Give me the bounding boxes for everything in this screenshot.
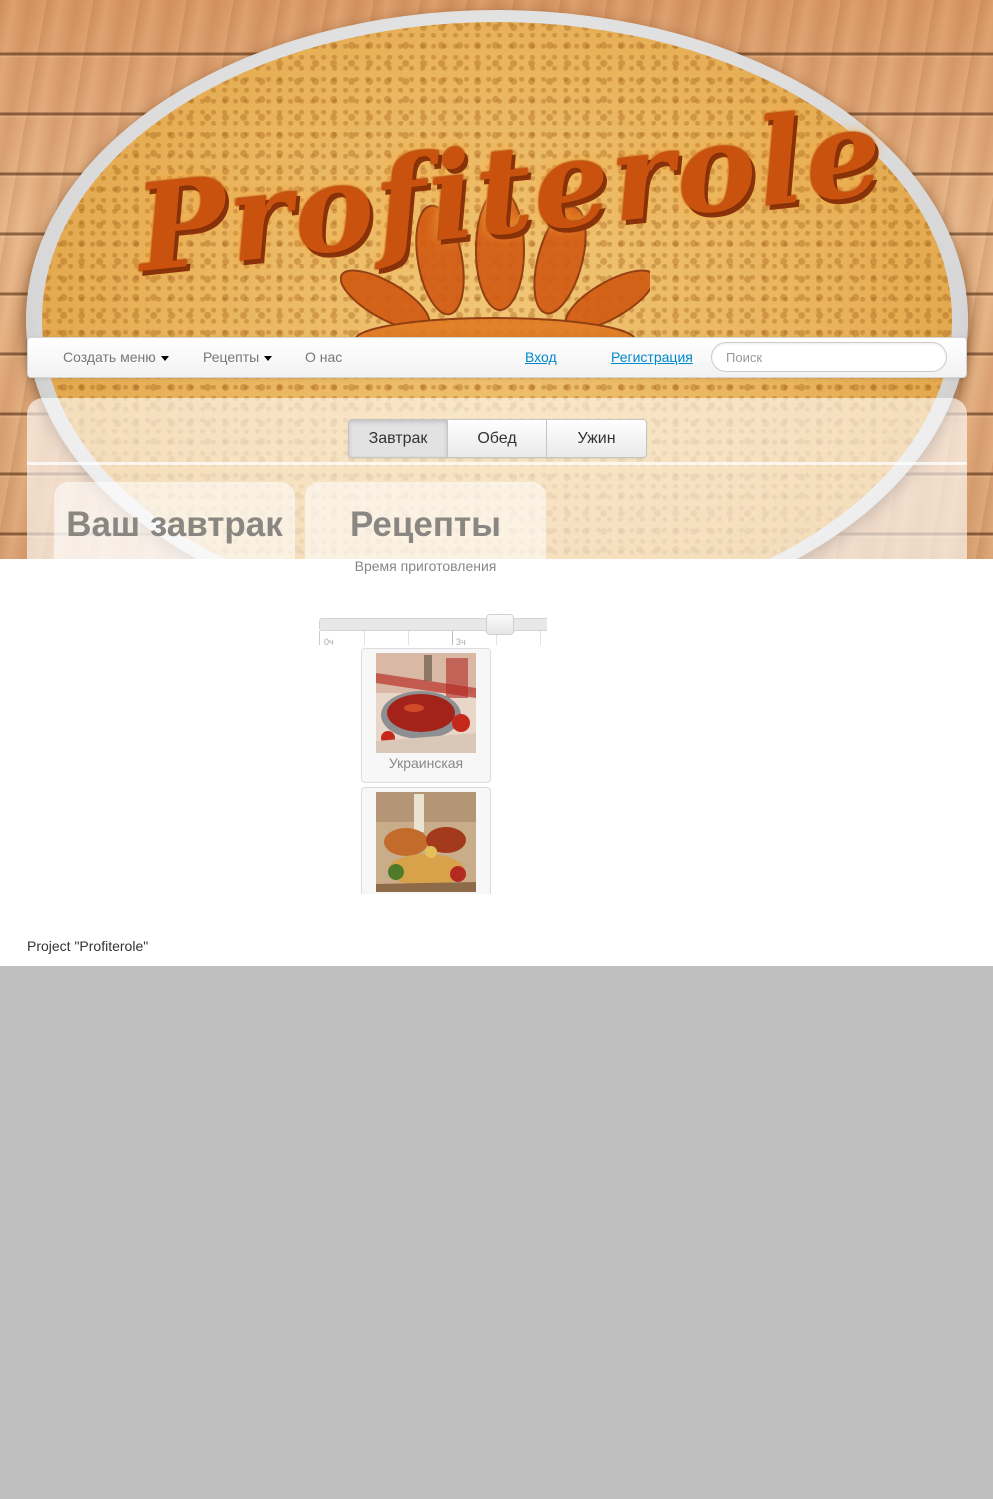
feast-photo[interactable]	[376, 792, 476, 892]
navbar: Создать меню Рецепты О нас Вход Регистра…	[27, 337, 967, 378]
cooking-time-slider[interactable]: 0ч 3ч	[319, 612, 547, 646]
borscht-photo[interactable]	[376, 653, 476, 753]
borscht-image-icon	[376, 653, 476, 753]
search-input[interactable]	[711, 342, 947, 372]
register-link[interactable]: Регистрация	[611, 349, 693, 365]
slider-min-label: 0ч	[324, 637, 334, 646]
nav-recipes-label: Рецепты	[203, 349, 260, 365]
recipe-label: Украинская	[388, 755, 464, 771]
nav-create-menu-label: Создать меню	[63, 349, 156, 365]
recipe-item[interactable]	[361, 787, 491, 894]
recipe-item[interactable]: Украинская	[361, 648, 491, 783]
caret-down-icon	[264, 355, 273, 361]
slider-mid-label: 3ч	[456, 637, 466, 646]
cooking-time-label: Время приготовления	[354, 558, 497, 574]
page: Profiterole Создать меню Рецепты О нас В…	[0, 0, 993, 966]
meal-tabs: Завтрак Обед Ужин	[348, 419, 647, 458]
caret-down-icon	[160, 355, 169, 361]
slider-tick	[452, 631, 453, 645]
nav-recipes[interactable]: Рецепты	[203, 349, 273, 365]
slider-handle[interactable]	[486, 614, 514, 635]
footer-text: Project "Profiterole"	[27, 938, 149, 954]
tab-lunch[interactable]: Обед	[448, 420, 547, 457]
recipe-list: Украинская	[355, 648, 505, 894]
tab-breakfast[interactable]: Завтрак	[349, 420, 448, 457]
nav-about[interactable]: О нас	[305, 349, 342, 365]
slider-tick	[540, 631, 541, 645]
slider-tick	[364, 631, 365, 645]
nav-create-menu[interactable]: Создать меню	[63, 349, 169, 365]
login-link[interactable]: Вход	[525, 349, 557, 365]
slider-tick	[408, 631, 409, 645]
your-meal-title: Ваш завтрак	[66, 505, 283, 544]
tab-dinner[interactable]: Ужин	[547, 420, 646, 457]
panel-divider	[27, 462, 967, 465]
recipes-title: Рецепты	[349, 505, 502, 544]
feast-image-icon	[376, 792, 476, 892]
